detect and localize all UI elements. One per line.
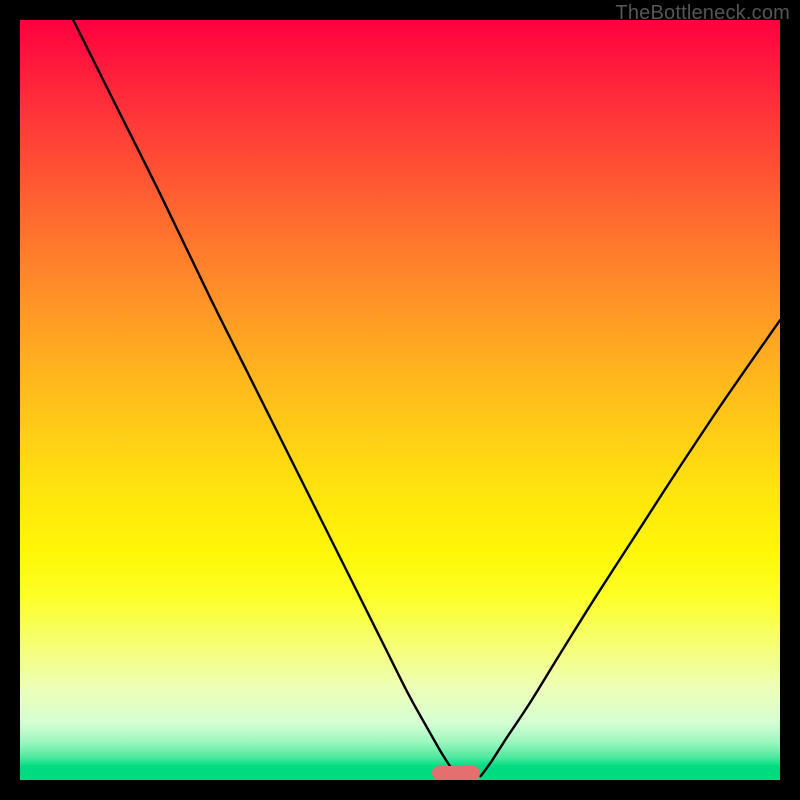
valley-marker	[432, 766, 480, 780]
chart-frame: TheBottleneck.com	[0, 0, 800, 800]
curve-right-branch	[481, 320, 780, 776]
plot-area	[20, 20, 780, 780]
curve-left-branch	[73, 20, 458, 776]
curve-svg	[20, 20, 780, 780]
